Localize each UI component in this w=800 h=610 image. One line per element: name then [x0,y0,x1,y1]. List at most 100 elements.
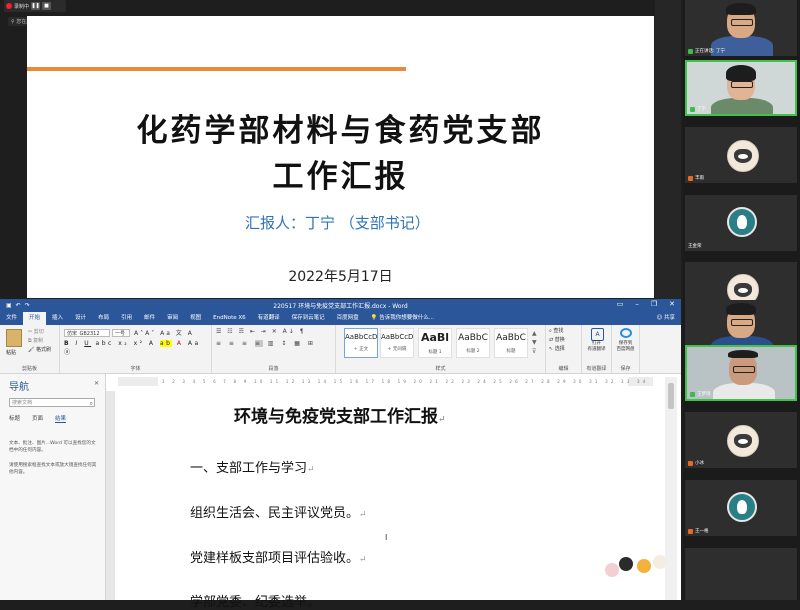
paste-icon[interactable] [6,329,22,347]
baidu-save-button[interactable]: 保存到 百度网盘 [612,341,639,353]
participant-tile[interactable]: 丁宁 [685,60,797,116]
participant-label: 王金荣 [688,244,702,249]
cloud-icon[interactable] [620,328,632,338]
slide-date: 2022年5月17日 [288,269,393,285]
text-cursor-icon: I [385,533,388,542]
replace-button[interactable]: ⇄ 替换 [549,336,565,345]
tab-home[interactable]: 开始 [23,312,47,325]
align-buttons[interactable]: ≡ ≡ ≡ ≡ ▥ ↕ ▦ ⊞ [216,340,316,347]
tab-references[interactable]: 引用 [115,312,138,325]
participant-tile[interactable] [685,548,797,600]
tab-endnote[interactable]: EndNote X6 [207,312,252,325]
nav-tab-pages[interactable]: 页面 [32,414,43,423]
share-button[interactable]: ☺ 共享 [651,312,682,325]
font-size-select[interactable]: 一号 [112,329,130,337]
group-label: 保存 [620,366,631,372]
translate-icon[interactable]: A [591,328,604,341]
participant-video [711,64,773,114]
style-heading-1[interactable]: AaBl 标题 1 [418,328,452,358]
style-normal[interactable]: AaBbCcDc + 正文 [344,328,378,358]
participant-tile[interactable]: 王梦瑞 [685,345,797,401]
document-paragraph: 一、支部工作与学习↵ [190,461,315,476]
format-painter-button[interactable]: 🖌 格式刷 [28,346,51,353]
participant-label: 王梦瑞 [690,391,711,397]
youdao-open-button[interactable]: 打开 有道翻译 [582,341,611,353]
tab-design[interactable]: 设计 [69,312,92,325]
word-title-bar: ▣ ↶ ↷ 220517 环境与免疫党支部工作汇报.docx - Word ▭ … [0,299,681,312]
editing-group: ⌕ 查找 ⇄ 替换 ↖ 选择 编辑 [546,325,582,373]
participant-tile[interactable]: 丰雨 [685,127,797,183]
close-icon[interactable]: ✕ [669,300,675,308]
participant-label: 王一格 [688,528,709,534]
copy-button[interactable]: ⧉ 复制 [28,337,43,344]
minimize-icon[interactable]: – [635,300,639,308]
style-no-spacing[interactable]: AaBbCcDc + 无间隔 [380,328,414,358]
participant-tile[interactable]: 王一格 [685,480,797,536]
sticker-icon [637,559,651,573]
group-label: 编辑 [558,366,569,372]
font-size-buttons[interactable]: A˄A˅ Aa 文 A [134,328,194,337]
stop-icon[interactable]: ■ [42,2,52,10]
tab-mailings[interactable]: 邮件 [138,312,161,325]
nav-search-input[interactable]: 搜索文档 ⌕ [9,398,95,407]
cut-button[interactable]: ✂ 剪切 [28,328,44,335]
ribbon-tabs: 文件 开始 插入 设计 布局 引用 邮件 审阅 视图 EndNote X6 有道… [0,312,681,325]
participant-video [713,349,775,399]
editing-buttons[interactable]: ⌕ 查找 ⇄ 替换 ↖ 选择 [549,327,565,354]
document-title: 环境与免疫党支部工作汇报↵ [234,407,446,427]
nav-help-text: 请使用搜索框查找文本或放大镜查找任何其他内容。 [9,463,97,475]
maximize-icon[interactable]: ❐ [651,300,657,308]
group-label: 段落 [268,366,279,372]
participant-tile[interactable]: 王金荣 [685,195,797,251]
document-paragraph: 组织生活会、民主评议党员。↵ [190,506,367,521]
slide-title: 化药学部材料与食药党支部 工作汇报 [136,113,545,195]
horizontal-ruler[interactable]: 1 2 3 4 5 6 7 8 9 10 11 12 13 14 15 16 1… [118,377,653,386]
mic-muted-icon [688,175,693,181]
document-paragraph: 党建样板支部项目评估验收。↵ [190,551,367,566]
font-name-select[interactable]: 仿宋_GB2312 [64,329,110,337]
tell-me-box[interactable]: 💡 告诉我你想要做什么... [365,312,440,325]
paragraph-group: ☰ ☷ ☴ ⇤ ⇥ ✕ A↓ ¶ ≡ ≡ ≡ ≡ ▥ ↕ ▦ ⊞ 段落 [212,325,336,373]
avatar [727,425,759,457]
shared-slide: 化药学部材料与食药党支部 工作汇报 汇报人：丁宁 （支部书记） 2022年5月1… [27,16,654,298]
tab-youdao[interactable]: 有道翻译 [252,312,286,325]
participant-tile[interactable]: 小冰 [685,412,797,468]
youdao-group: A 打开 有道翻译 有道翻译 [582,325,612,373]
recording-bar: 录制中 ❚❚ ■ [4,0,66,12]
paste-button[interactable]: 粘贴 [6,349,16,356]
participant-panel: 正在讲话: 丁宁 丁宁 丰雨 王金荣 冯朗 [683,0,800,600]
nav-title: 导航 [9,382,29,393]
tab-review[interactable]: 审阅 [161,312,184,325]
tab-layout[interactable]: 布局 [92,312,115,325]
style-title[interactable]: AaBbC 标题 [494,328,528,358]
baidu-group: 保存到 百度网盘 保存 [612,325,640,373]
ribbon-display-icon[interactable]: ▭ [617,300,624,308]
tab-insert[interactable]: 插入 [46,312,69,325]
font-format-buttons[interactable]: B I U abc x₂ x² A ab A Aa ⓐ [64,340,211,356]
pause-icon[interactable]: ❚❚ [31,2,41,10]
vertical-ruler[interactable] [106,391,115,600]
list-buttons[interactable]: ☰ ☷ ☴ ⇤ ⇥ ✕ A↓ ¶ [216,328,306,335]
group-label: 剪贴板 [21,366,37,372]
select-button[interactable]: ↖ 选择 [549,345,565,354]
tab-file[interactable]: 文件 [0,312,23,325]
nav-tab-results[interactable]: 结果 [55,414,67,423]
find-button[interactable]: ⌕ 查找 [549,327,565,336]
tab-view[interactable]: 视图 [184,312,207,325]
styles-scroll-icon[interactable]: ▲ ▼ ⊽ [532,329,537,356]
nav-tab-headings[interactable]: 标题 [9,414,20,423]
tab-cloud-note[interactable]: 保存到云笔记 [286,312,331,325]
record-dot-icon [6,3,12,9]
participant-tile[interactable]: 正在讲话: 丁宁 [685,0,797,56]
window-controls: ▭ – ❐ ✕ [617,300,675,308]
mic-icon [688,48,693,54]
document-page[interactable]: 环境与免疫党支部工作汇报↵ 一、支部工作与学习↵ 组织生活会、民主评议党员。↵ … [118,387,653,610]
group-label: 有道翻译 [586,366,607,372]
scroll-thumb[interactable] [668,383,674,409]
search-icon[interactable]: ⌕ [90,399,93,408]
navigation-pane: 导航 ✕ 搜索文档 ⌕ 标题 页面 结果 文本、批注、图片...Word 可以查… [0,374,106,600]
nav-tabs: 标题 页面 结果 [9,414,67,423]
close-icon[interactable]: ✕ [94,380,99,387]
style-heading-2[interactable]: AaBbC 标题 2 [456,328,490,358]
tab-baidu[interactable]: 百度网盘 [331,312,365,325]
